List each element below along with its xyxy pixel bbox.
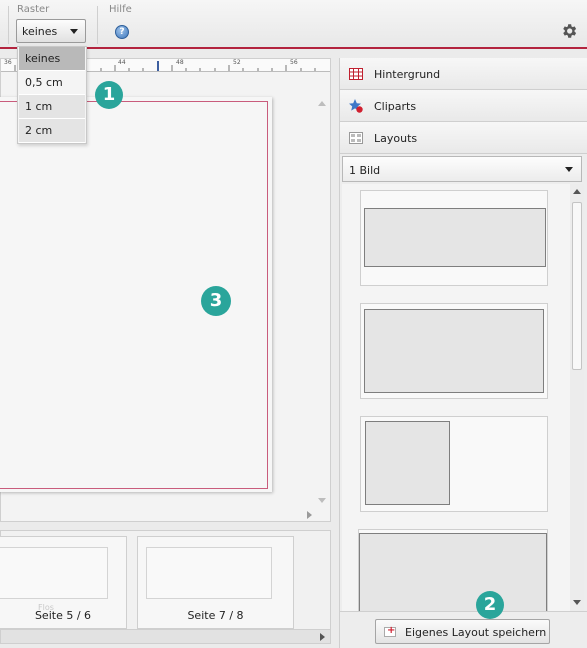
page-thumbnail[interactable]: Seite 7 / 8 <box>137 536 294 629</box>
raster-option[interactable]: 0,5 cm <box>19 71 85 95</box>
thumbnail-preview <box>146 547 272 599</box>
raster-dropdown-menu: keines 0,5 cm 1 cm 2 cm <box>17 46 87 144</box>
layout-list-scrollbar[interactable] <box>570 184 584 611</box>
scroll-down-icon[interactable] <box>573 600 581 605</box>
raster-label: Raster <box>17 4 50 15</box>
raster-select[interactable]: keines <box>16 19 86 43</box>
raster-select-value: keines <box>22 25 58 38</box>
gear-icon[interactable] <box>560 22 578 40</box>
add-layout-icon <box>384 625 396 637</box>
section-cliparts[interactable]: Cliparts <box>340 90 587 122</box>
help-label: Hilfe <box>109 4 132 15</box>
layout-type-select[interactable]: 1 Bild <box>342 156 582 182</box>
save-layout-button[interactable]: Eigenes Layout speichern <box>375 619 550 644</box>
help-icon[interactable]: ? <box>115 25 129 39</box>
callout-badge: 3 <box>201 286 231 316</box>
thumbnail-label: Seite 7 / 8 <box>187 609 244 622</box>
callout-badge: 2 <box>476 591 504 619</box>
raster-option[interactable]: 1 cm <box>19 95 85 119</box>
thumbnail-label: Seite 5 / 6 <box>34 609 92 622</box>
save-layout-row: Eigenes Layout speichern <box>340 611 587 648</box>
scroll-right-icon[interactable] <box>320 633 325 641</box>
raster-option[interactable]: 2 cm <box>19 119 85 143</box>
layout-option[interactable] <box>360 303 548 399</box>
scroll-down-icon[interactable] <box>318 498 326 503</box>
layout-photo-slot <box>359 533 547 611</box>
horizontal-scrollbar[interactable] <box>1 629 330 643</box>
section-label: Cliparts <box>374 100 417 113</box>
callout-badge: 1 <box>95 81 123 109</box>
scrollbar-thumb[interactable] <box>572 202 582 370</box>
layout-photo-slot <box>364 309 544 393</box>
layout-photo-slot <box>364 208 546 267</box>
save-layout-label: Eigenes Layout speichern <box>405 626 547 639</box>
section-label: Layouts <box>374 132 418 145</box>
chevron-down-icon <box>565 167 573 172</box>
raster-option[interactable]: keines <box>19 47 85 71</box>
scroll-right-icon[interactable] <box>307 511 312 519</box>
page-thumbnail[interactable]: Flos Seite 5 / 6 <box>0 536 127 629</box>
section-hintergrund[interactable]: Hintergrund <box>340 58 587 90</box>
section-label: Hintergrund <box>374 68 441 81</box>
right-panel: Hintergrund Cliparts Layouts 1 Bild + Ei… <box>339 58 587 648</box>
section-layouts[interactable]: Layouts <box>340 122 587 154</box>
layout-option[interactable] <box>360 190 548 286</box>
layouts-icon <box>349 132 363 144</box>
toolbar: Raster keines Hilfe ? <box>0 0 587 49</box>
thumbnail-preview <box>0 547 108 599</box>
page-canvas[interactable] <box>0 97 272 492</box>
page-thumbnail-strip: Flos Seite 5 / 6 Seite 7 / 8 <box>0 530 331 644</box>
layout-option[interactable] <box>358 529 548 611</box>
ruler-position-marker[interactable] <box>157 61 159 71</box>
layout-photo-slot <box>365 421 450 505</box>
toolbar-separator <box>97 6 98 44</box>
layout-list <box>342 184 584 611</box>
layout-option[interactable] <box>360 416 548 512</box>
scroll-up-icon[interactable] <box>573 189 581 194</box>
background-grid-icon <box>349 68 363 80</box>
layout-select-value: 1 Bild <box>349 164 381 177</box>
chevron-down-icon <box>70 29 78 34</box>
clipart-icon <box>349 99 363 113</box>
toolbar-separator <box>8 6 9 44</box>
scroll-up-icon[interactable] <box>318 101 326 106</box>
